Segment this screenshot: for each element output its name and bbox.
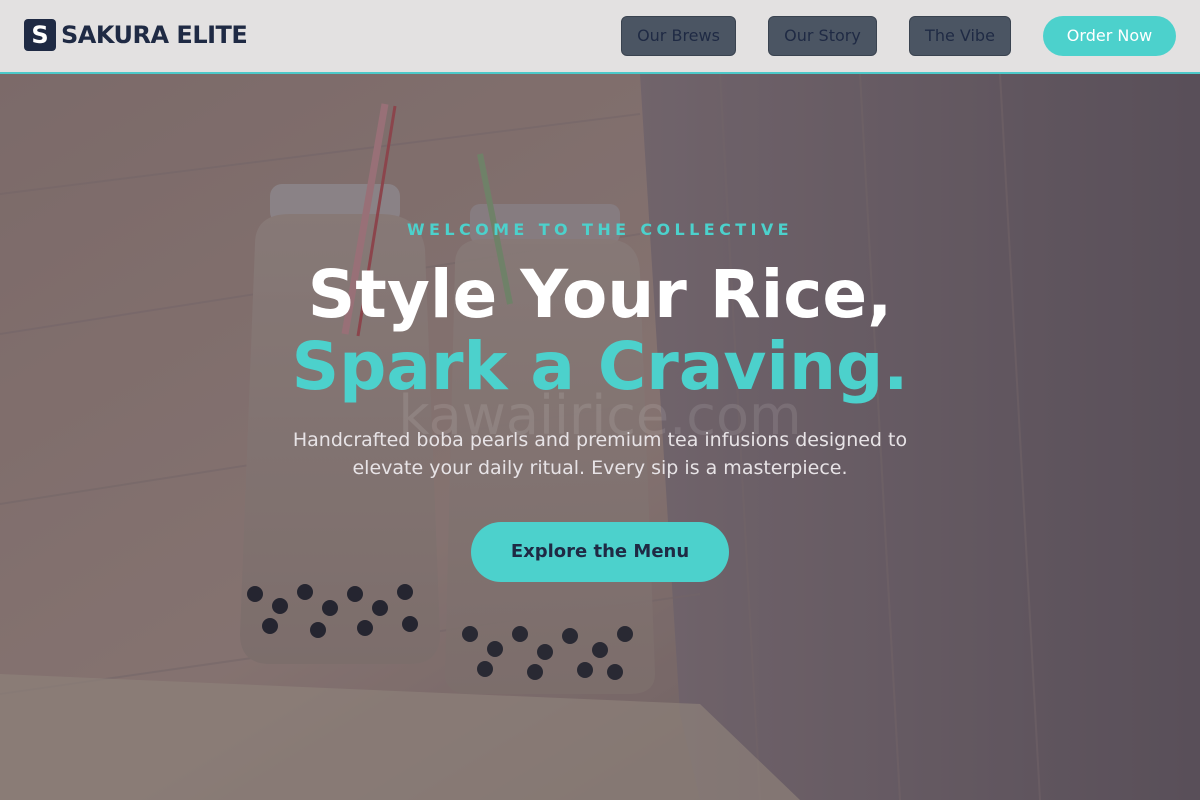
hero-section: WELCOME TO THE COLLECTIVE Style Your Ric… bbox=[0, 74, 1200, 800]
nav-our-brews-button[interactable]: Our Brews bbox=[621, 16, 736, 56]
brand-name: SAKURA ELITE bbox=[61, 21, 248, 49]
hero-title-line-1: Style Your Rice, bbox=[307, 256, 893, 333]
nav-our-story-button[interactable]: Our Story bbox=[768, 16, 877, 56]
hero-eyebrow: WELCOME TO THE COLLECTIVE bbox=[406, 220, 793, 239]
top-navigation-bar: S SAKURA ELITE Our Brews Our Story The V… bbox=[0, 0, 1200, 74]
explore-menu-button[interactable]: Explore the Menu bbox=[471, 522, 729, 582]
landing-page: S SAKURA ELITE Our Brews Our Story The V… bbox=[0, 0, 1200, 800]
order-now-button[interactable]: Order Now bbox=[1043, 16, 1176, 56]
brand-logo[interactable]: S SAKURA ELITE bbox=[24, 19, 248, 51]
hero-subtitle: Handcrafted boba pearls and premium tea … bbox=[292, 429, 908, 479]
logo-mark-icon: S bbox=[24, 19, 56, 51]
nav-the-vibe-button[interactable]: The Vibe bbox=[909, 16, 1011, 56]
